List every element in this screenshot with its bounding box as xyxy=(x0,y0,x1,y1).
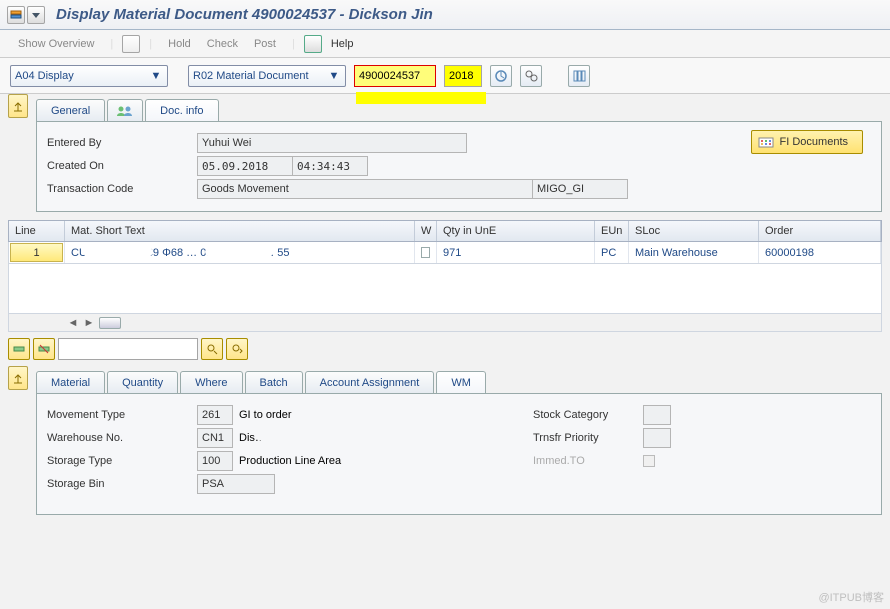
sbin-label: Storage Bin xyxy=(47,478,197,490)
whs-text: Dis… … … …use xyxy=(233,432,403,444)
tcode-value: MIGO_GI xyxy=(532,179,628,199)
dropdown-icon[interactable] xyxy=(27,6,45,24)
info-icon: i xyxy=(304,35,322,53)
col-qty[interactable]: Qty in UnE xyxy=(437,221,595,241)
mvt-value: 261 xyxy=(197,405,233,425)
tabstrip-bottom: Material Quantity Where Batch Account As… xyxy=(36,370,882,394)
col-mat[interactable]: Mat. Short Text xyxy=(65,221,415,241)
scroll-thumb[interactable] xyxy=(99,317,121,329)
col-sloc[interactable]: SLoc xyxy=(629,221,759,241)
find-btn-icon[interactable] xyxy=(201,338,223,360)
menu-help[interactable]: Help xyxy=(323,38,362,50)
system-menu-icon[interactable] xyxy=(7,6,25,24)
grid-hscroll[interactable]: ◄ ► xyxy=(8,314,882,332)
wm-panel: Movement Type 261 GI to order Warehouse … xyxy=(36,394,882,515)
tab-wm[interactable]: WM xyxy=(436,371,486,393)
scroll-right-icon[interactable]: ► xyxy=(81,315,97,331)
order-value[interactable]: 60000198 xyxy=(759,242,881,263)
item-grid: Line Mat. Short Text W Qty in UnE EUn SL… xyxy=(8,220,882,332)
new-doc-icon[interactable] xyxy=(122,35,140,53)
stype-label: Storage Type xyxy=(47,455,197,467)
tab-quantity[interactable]: Quantity xyxy=(107,371,178,393)
filter-bar: A04 Display▼ R02 Material Document▼ 4900… xyxy=(0,58,890,94)
col-line[interactable]: Line xyxy=(9,221,65,241)
tcode-text: Goods Movement xyxy=(197,179,533,199)
execute-icon[interactable] xyxy=(490,65,512,87)
tab-batch[interactable]: Batch xyxy=(245,371,303,393)
stockcat-label: Stock Category xyxy=(533,409,643,421)
created-time-value: 04:34:43 xyxy=(292,156,368,176)
whs-value: CN1 xyxy=(197,428,233,448)
stockcat-value xyxy=(643,405,671,425)
grid-header: Line Mat. Short Text W Qty in UnE EUn SL… xyxy=(8,220,882,242)
created-on-label: Created On xyxy=(47,160,197,172)
entered-by-value: Yuhui Wei xyxy=(197,133,467,153)
stype-value: 100 xyxy=(197,451,233,471)
tabstrip-top: General Doc. info xyxy=(36,98,882,122)
stype-text: Production Line Area xyxy=(233,455,347,467)
menu-bar: Show Overview | | Hold Check Post | i He… xyxy=(0,30,890,58)
tprio-label: Trnsfr Priority xyxy=(533,432,643,444)
scroll-left-icon[interactable]: ◄ xyxy=(65,315,81,331)
tab-partner-icon[interactable] xyxy=(107,99,143,121)
find-icon[interactable] xyxy=(520,65,542,87)
col-order[interactable]: Order xyxy=(759,221,881,241)
watermark: @ITPUB博客 xyxy=(818,589,884,605)
menu-check[interactable]: Check xyxy=(199,38,246,50)
tcode-label: Transaction Code xyxy=(47,183,197,195)
line-number: 1 xyxy=(10,243,63,262)
fi-documents-button[interactable]: FI Documents xyxy=(751,130,863,154)
mvt-label: Movement Type xyxy=(47,409,197,421)
tprio-value xyxy=(643,428,671,448)
find-input[interactable] xyxy=(58,338,198,360)
sbin-value: PSA xyxy=(197,474,275,494)
col-w[interactable]: W xyxy=(415,221,437,241)
eun-value[interactable]: PC xyxy=(595,242,629,263)
collapse-top-icon[interactable] xyxy=(8,94,28,118)
menu-show-overview[interactable]: Show Overview xyxy=(10,38,102,50)
delete-row-icon[interactable] xyxy=(33,338,55,360)
add-row-icon[interactable] xyxy=(8,338,30,360)
immed-label: Immed.TO xyxy=(533,455,643,467)
docnum-input[interactable]: 4900024537 xyxy=(354,65,436,87)
menu-post[interactable]: Post xyxy=(246,38,284,50)
grid-empty xyxy=(8,264,882,314)
doctype-dropdown[interactable]: R02 Material Document▼ xyxy=(188,65,346,87)
immed-checkbox xyxy=(643,455,655,467)
created-date-value: 05.09.2018 xyxy=(197,156,293,176)
year-input[interactable]: 2018 xyxy=(444,65,482,87)
find-toolbar xyxy=(8,338,882,360)
menu-hold[interactable]: Hold xyxy=(160,38,199,50)
sloc-value[interactable]: Main Warehouse xyxy=(629,242,759,263)
fi-documents-icon xyxy=(758,135,774,149)
mode-dropdown[interactable]: A04 Display▼ xyxy=(10,65,168,87)
title-bar: Display Material Document 4900024537 - D… xyxy=(0,0,890,30)
window-title: Display Material Document 4900024537 - D… xyxy=(56,6,433,23)
tab-where[interactable]: Where xyxy=(180,371,242,393)
entered-by-label: Entered By xyxy=(47,137,197,149)
table-row[interactable]: 1 CU Length … 189 Φ68 … 0.75 … 15.5 … 55… xyxy=(8,242,882,264)
whs-label: Warehouse No. xyxy=(47,432,197,444)
qty-value[interactable]: 971 xyxy=(437,242,595,263)
col-eun[interactable]: EUn xyxy=(595,221,629,241)
tab-account[interactable]: Account Assignment xyxy=(305,371,435,393)
find-next-icon[interactable] xyxy=(226,338,248,360)
collapse-bottom-icon[interactable] xyxy=(8,366,28,390)
tab-docinfo[interactable]: Doc. info xyxy=(145,99,218,121)
tab-general[interactable]: General xyxy=(36,99,105,121)
w-checkbox[interactable] xyxy=(415,242,437,263)
mvt-text: GI to order xyxy=(233,409,298,421)
tab-material[interactable]: Material xyxy=(36,371,105,393)
layout-icon[interactable] xyxy=(568,65,590,87)
mat-text[interactable]: CU Length … 189 Φ68 … 0.75 … 15.5 … 55 xyxy=(65,242,415,263)
docinfo-panel: Entered By Yuhui Wei Created On 05.09.20… xyxy=(36,122,882,212)
